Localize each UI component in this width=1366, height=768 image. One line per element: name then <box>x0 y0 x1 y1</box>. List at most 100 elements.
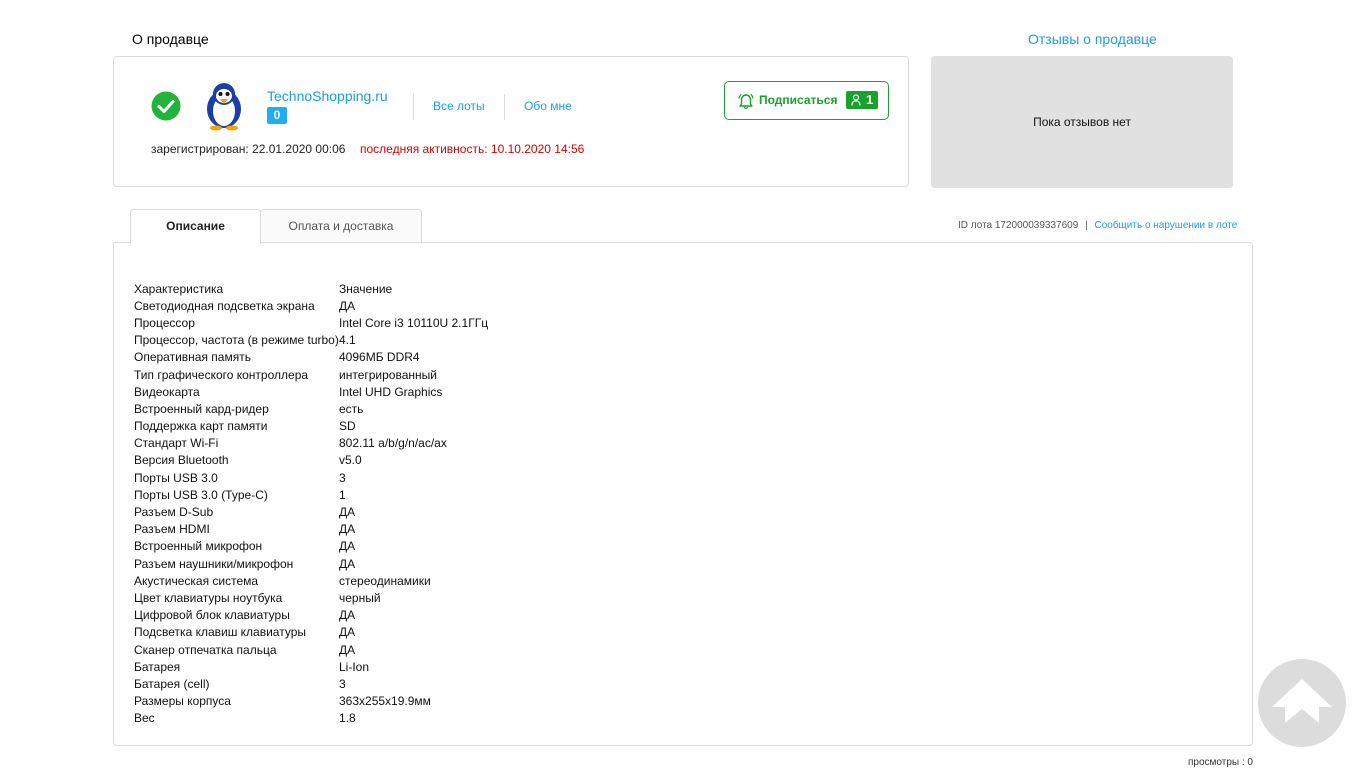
spec-row: Тип графического контроллера интегрирован… <box>134 366 488 383</box>
seller-card: TechnoShopping.ru 0 Все лоты Обо мне зар… <box>113 56 909 187</box>
spec-value: ДА <box>339 625 356 640</box>
subscribers-count: 1 <box>866 92 874 107</box>
spec-value: ДА <box>339 608 356 623</box>
spec-value: 4.1 <box>339 333 356 348</box>
spec-row: Светодиодная подсветка экрана ДА <box>134 297 488 314</box>
lot-info: ID лота 172000039337609 | Сообщить о нар… <box>958 220 1237 231</box>
lot-info-divider: | <box>1085 220 1088 231</box>
spec-value: ДА <box>339 539 356 554</box>
spec-row: Встроенный кард-ридер есть <box>134 400 488 417</box>
seller-section-title: О продавце <box>132 31 209 47</box>
check-circle-icon <box>151 91 181 121</box>
spec-row: Характеристика Значение <box>134 280 488 297</box>
spec-key: Сканер отпечатка пальца <box>134 642 277 657</box>
seller-reviews-link[interactable]: Отзывы о продавце <box>1028 31 1157 47</box>
spec-value: SD <box>339 419 356 434</box>
spec-row: Стандарт Wi-Fi 802.11 a/b/g/n/ac/ax <box>134 435 488 452</box>
spec-key: Порты USB 3.0 <box>134 470 218 485</box>
tab-payment-delivery[interactable]: Оплата и доставка <box>260 209 422 243</box>
spec-row: Видеокарта Intel UHD Graphics <box>134 383 488 400</box>
registration-date: зарегистрирован: 22.01.2020 00:06 <box>151 142 346 156</box>
scroll-to-top-button[interactable] <box>1258 659 1346 747</box>
spec-row: Процессор, частота (в режиме turbo) 4.1 <box>134 332 488 349</box>
spec-key: Подсветка клавиш клавиатуры <box>134 625 307 640</box>
reviews-panel: Пока отзывов нет <box>931 56 1233 188</box>
spec-key: Встроенный кард-ридер <box>134 401 269 416</box>
spec-row: Оперативная память 4096МБ DDR4 <box>134 349 488 366</box>
specs-table: Характеристика Значение Светодиодная подсв… <box>134 280 488 727</box>
spec-row: Разъем HDMI ДА <box>134 521 488 538</box>
spec-key: Батарея (cell) <box>134 676 210 691</box>
spec-value: черный <box>339 590 381 605</box>
spec-value: 4096МБ DDR4 <box>339 350 420 365</box>
all-lots-link[interactable]: Все лоты <box>433 99 485 113</box>
spec-value: стереодинамики <box>339 573 431 588</box>
spec-row: Подсветка клавиш клавиатуры ДА <box>134 624 488 641</box>
spec-row: Батарея (cell) 3 <box>134 675 488 692</box>
spec-key: Светодиодная подсветка экрана <box>134 298 315 313</box>
subscribers-count-badge: 1 <box>846 91 878 109</box>
spec-value: ДА <box>339 505 356 520</box>
spec-key: Встроенный микрофон <box>134 539 263 554</box>
spec-key: Цвет клавиатуры ноутбука <box>134 590 283 605</box>
spec-key: Вес <box>134 711 155 726</box>
spec-key: Характеристика <box>134 281 224 296</box>
subscribe-label: Подписаться <box>759 93 838 107</box>
spec-row: Порты USB 3.0 (Type-C) 1 <box>134 486 488 503</box>
spec-row: Разъем наушники/микрофон ДА <box>134 555 488 572</box>
spec-row: Цифровой блок клавиатуры ДА <box>134 607 488 624</box>
spec-row: Версия Bluetooth v5.0 <box>134 452 488 469</box>
spec-row: Размеры корпуса 363x255x19.9мм <box>134 693 488 710</box>
spec-row: Батарея Li-Ion <box>134 658 488 675</box>
spec-key: Видеокарта <box>134 384 200 399</box>
spec-value: интегрированный <box>339 367 437 382</box>
spec-key: Порты USB 3.0 (Type-C) <box>134 487 268 502</box>
spec-key: Поддержка карт памяти <box>134 419 268 434</box>
about-me-link[interactable]: Обо мне <box>524 99 572 113</box>
spec-key: Цифровой блок клавиатуры <box>134 608 290 623</box>
arrow-up-icon <box>1272 679 1332 723</box>
penguin-icon <box>207 83 241 131</box>
report-violation-link[interactable]: Сообщить о нарушении в лоте <box>1094 220 1237 231</box>
spec-value: ДА <box>339 642 356 657</box>
spec-key: Версия Bluetooth <box>134 453 229 468</box>
no-reviews-text: Пока отзывов нет <box>1033 115 1131 129</box>
seller-name-link[interactable]: TechnoShopping.ru <box>267 88 388 104</box>
spec-row: Цвет клавиатуры ноутбука черный <box>134 589 488 606</box>
seller-rating-badge: 0 <box>267 107 287 124</box>
spec-value: 3 <box>339 676 346 691</box>
divider <box>413 94 414 120</box>
spec-row: Акустическая система стереодинамики <box>134 572 488 589</box>
spec-value: 802.11 a/b/g/n/ac/ax <box>339 436 447 451</box>
tab-description[interactable]: Описание <box>130 209 261 244</box>
spec-row: Сканер отпечатка пальца ДА <box>134 641 488 658</box>
spec-value: Li-Ion <box>339 659 370 674</box>
spec-row: Вес 1.8 <box>134 710 488 727</box>
lot-id: ID лота 172000039337609 <box>958 220 1079 231</box>
spec-value: 3 <box>339 470 346 485</box>
person-icon <box>851 94 861 106</box>
divider <box>504 94 505 120</box>
views-counter: просмотры : 0 <box>1188 757 1253 768</box>
last-activity: последняя активность: 10.10.2020 14:56 <box>360 142 585 156</box>
spec-key: Разъем HDMI <box>134 522 210 537</box>
spec-key: Размеры корпуса <box>134 694 231 709</box>
subscribe-button[interactable]: Подписаться 1 <box>724 81 889 120</box>
spec-value: есть <box>339 401 364 416</box>
spec-value: ДА <box>339 556 356 571</box>
spec-key: Разъем D-Sub <box>134 505 214 520</box>
spec-value: 1.8 <box>339 711 356 726</box>
spec-key: Тип графического контроллера <box>134 367 309 382</box>
spec-key: Процессор <box>134 315 195 330</box>
spec-value: v5.0 <box>339 453 362 468</box>
spec-row: Разъем D-Sub ДА <box>134 503 488 520</box>
spec-row: Поддержка карт памяти SD <box>134 418 488 435</box>
spec-row: Встроенный микрофон ДА <box>134 538 488 555</box>
spec-row: Процессор Intel Core i3 10110U 2.1ГГц <box>134 314 488 331</box>
spec-value: 363x255x19.9мм <box>339 694 431 709</box>
spec-value: Intel Core i3 10110U 2.1ГГц <box>339 315 489 330</box>
description-panel: Характеристика Значение Светодиодная подсв… <box>113 242 1253 746</box>
spec-key: Батарея <box>134 659 181 674</box>
spec-key: Оперативная память <box>134 350 251 365</box>
spec-key: Стандарт Wi-Fi <box>134 436 219 451</box>
